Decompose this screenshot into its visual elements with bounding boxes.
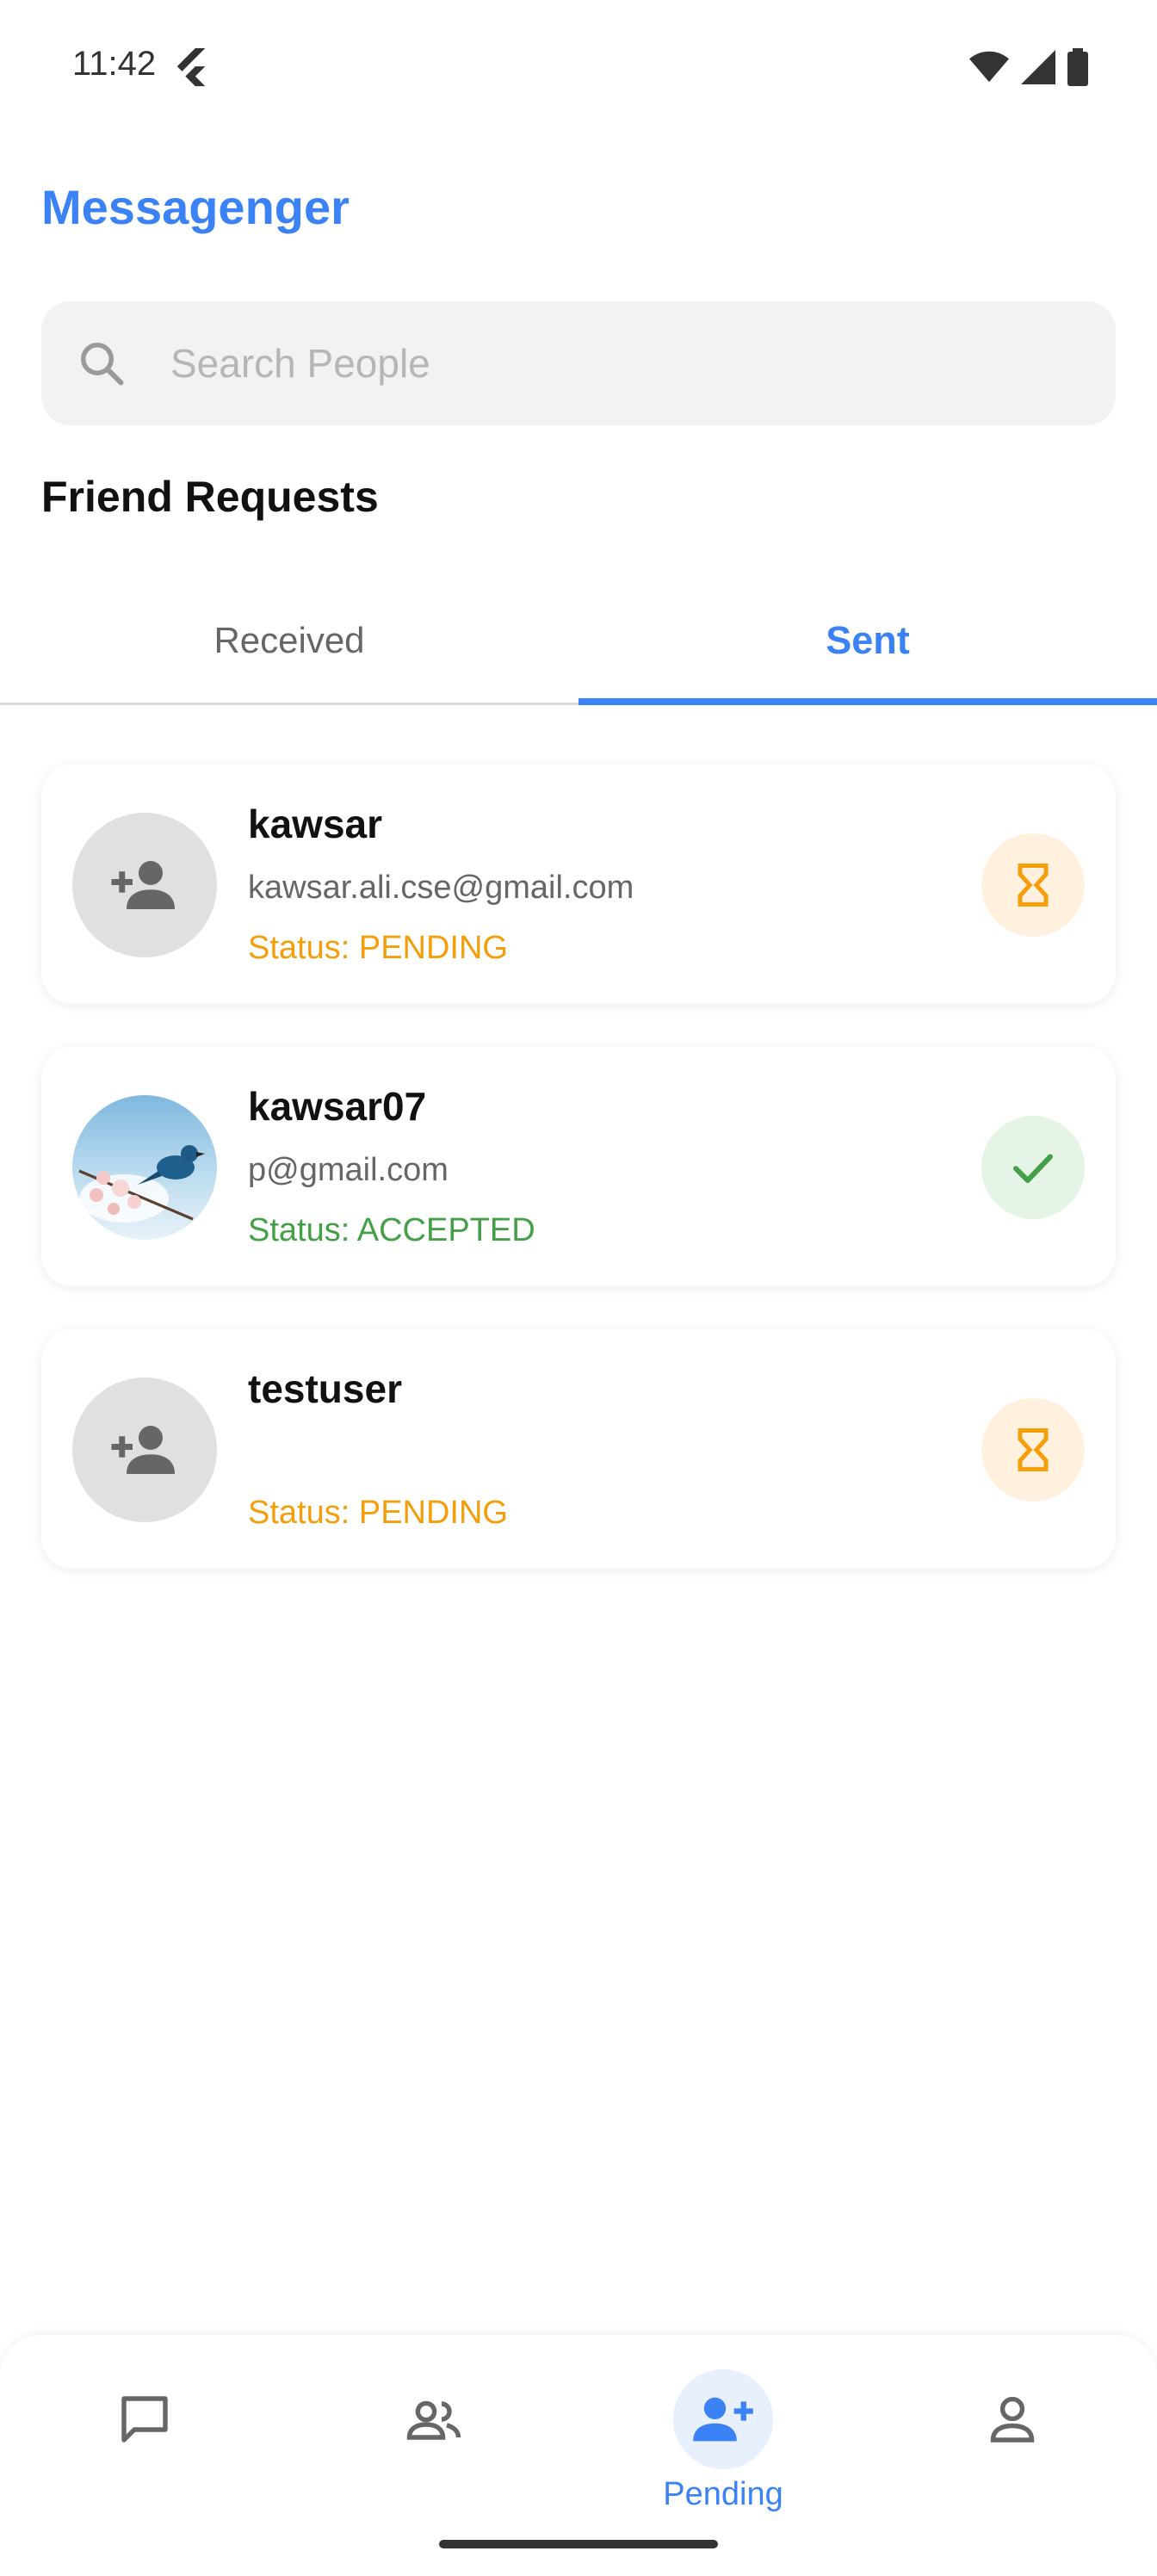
tab-received[interactable]: Received: [0, 579, 578, 703]
request-card[interactable]: testuser Status: PENDING: [41, 1329, 1116, 1569]
person-add-icon: [111, 1426, 175, 1474]
request-tabs: Received Sent: [0, 579, 1157, 705]
profile-icon: [990, 2396, 1035, 2443]
accepted-status-button[interactable]: [981, 1116, 1085, 1219]
request-status: Status: ACCEPTED: [248, 1212, 535, 1248]
chat-icon: [121, 2396, 168, 2443]
status-time: 11:42: [72, 45, 157, 83]
app-title: Messagenger: [41, 180, 350, 234]
check-icon: [1013, 1154, 1053, 1183]
tab-sent[interactable]: Sent: [578, 579, 1157, 705]
avatar: [72, 1378, 217, 1522]
nav-label-pending: Pending: [663, 2476, 783, 2512]
user-name: testuser: [248, 1366, 402, 1411]
flutter-icon: [176, 48, 206, 87]
search-input[interactable]: [169, 339, 1033, 387]
nav-friends[interactable]: [348, 2369, 520, 2524]
pending-status-button[interactable]: [981, 1398, 1085, 1502]
nav-pill: [95, 2369, 195, 2469]
hourglass-icon: [1018, 1428, 1049, 1471]
pending-status-button[interactable]: [981, 833, 1085, 937]
user-email: p@gmail.com: [248, 1152, 449, 1188]
battery-icon: [1067, 48, 1088, 86]
avatar: [72, 1095, 217, 1240]
avatar: [72, 813, 217, 957]
user-name: kawsar: [248, 802, 383, 846]
home-indicator[interactable]: [439, 2540, 718, 2548]
hourglass-icon: [1018, 864, 1049, 907]
nav-profile[interactable]: [926, 2369, 1098, 2524]
nav-pill: [673, 2369, 773, 2469]
user-name: kawsar07: [248, 1084, 427, 1129]
signal-icon: [1021, 50, 1055, 84]
search-icon: [81, 343, 124, 386]
person-add-icon: [111, 861, 175, 909]
nav-pill: [384, 2369, 484, 2469]
wifi-icon: [969, 51, 1009, 83]
request-card[interactable]: kawsar kawsar.ali.cse@gmail.com Status: …: [41, 765, 1116, 1004]
search-bar[interactable]: [41, 301, 1116, 425]
request-status: Status: PENDING: [248, 1495, 508, 1531]
person-add-icon: [693, 2397, 753, 2442]
nav-pill: [962, 2369, 1062, 2469]
people-icon: [406, 2400, 461, 2440]
system-icons: [969, 48, 1088, 86]
request-status: Status: PENDING: [248, 930, 508, 966]
bird-photo: [78, 1145, 205, 1223]
section-title: Friend Requests: [41, 473, 379, 521]
nav-chats[interactable]: [59, 2369, 231, 2524]
request-card[interactable]: kawsar07 p@gmail.com Status: ACCEPTED: [41, 1047, 1116, 1286]
user-email: kawsar.ali.cse@gmail.com: [248, 870, 634, 906]
nav-pending[interactable]: Pending: [637, 2369, 809, 2524]
